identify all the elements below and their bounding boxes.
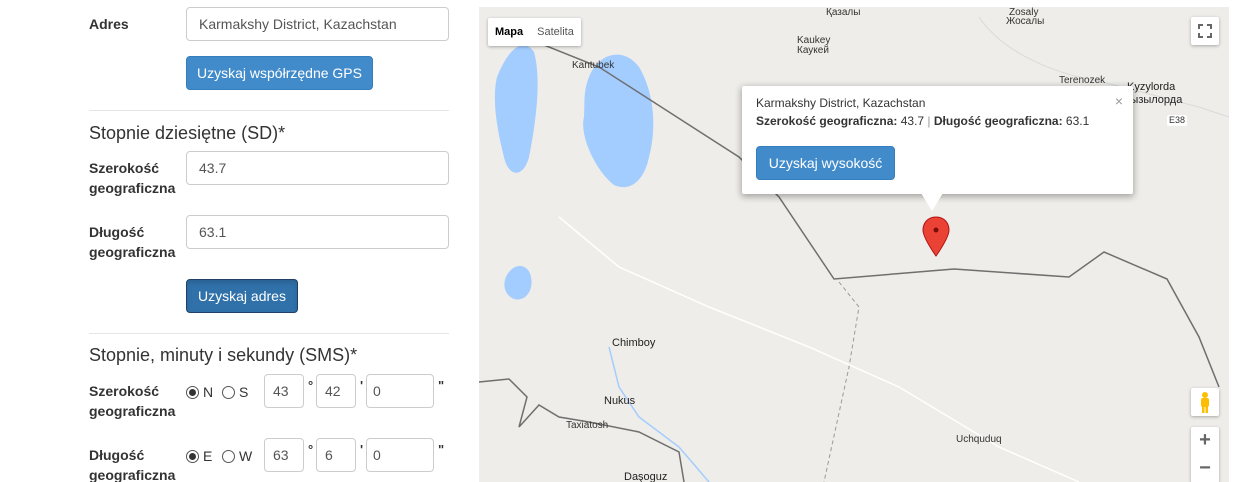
- min-symbol: ': [360, 378, 364, 393]
- place-label: Taxiatosh: [566, 420, 609, 431]
- form-panel: Adres Karmakshy District, Kazachstan Uzy…: [0, 0, 470, 482]
- info-window-tail: [921, 193, 943, 211]
- place-label: Каукей: [797, 45, 829, 56]
- place-label: Terenozek: [1059, 75, 1106, 86]
- map-type-control: Mapa Satelita: [488, 18, 581, 46]
- lng-w-radio[interactable]: W: [222, 447, 252, 465]
- lng-w-label: W: [239, 448, 253, 464]
- address-input[interactable]: Karmakshy District, Kazachstan: [186, 7, 449, 41]
- road-shield: E38: [1167, 115, 1188, 126]
- close-icon[interactable]: ×: [1115, 93, 1123, 109]
- min-symbol: ': [360, 442, 364, 457]
- place-label: Daşoguz: [624, 471, 668, 482]
- divider: [89, 333, 449, 334]
- sec-symbol: ": [438, 378, 445, 393]
- river-amu: [608, 346, 710, 482]
- border-line-dashed: [823, 281, 860, 482]
- get-elevation-button[interactable]: Uzyskaj wysokość: [756, 146, 895, 180]
- lat-sec-input[interactable]: 0: [366, 374, 434, 408]
- place-label: Nukus: [604, 395, 636, 407]
- fullscreen-button[interactable]: [1191, 17, 1219, 45]
- lng-sec-input[interactable]: 0: [366, 438, 434, 472]
- lat-deg-input[interactable]: 43: [264, 374, 304, 408]
- deg-symbol: °: [308, 442, 314, 457]
- radio-checked-icon: [186, 450, 199, 463]
- lat-n-radio[interactable]: N: [186, 383, 213, 401]
- map-basemap: [479, 16, 1229, 482]
- place-label: Қазалы: [826, 7, 861, 18]
- radio-checked-icon: [186, 386, 199, 399]
- place-label: Uchquduq: [956, 434, 1002, 445]
- lng-input[interactable]: 63.1: [186, 215, 449, 249]
- lng-label: Długość geograficzna: [89, 224, 176, 260]
- map-canvas[interactable]: Қазалы Zosaly Жосалы Kaukey Каукей Kantu…: [479, 7, 1229, 482]
- info-window: Karmakshy District, Kazachstan Szerokość…: [742, 86, 1133, 194]
- info-place: Karmakshy District, Kazachstan: [756, 96, 926, 110]
- dms-lng-label: Długość geograficzna: [89, 447, 176, 482]
- marker-dot: [933, 227, 939, 233]
- divider: [89, 110, 449, 111]
- map-type-map-button[interactable]: Mapa: [488, 18, 530, 46]
- lat-n-label: N: [203, 384, 214, 400]
- place-label: Kantubek: [572, 60, 615, 71]
- info-lng-value: 63.1: [1065, 114, 1090, 128]
- lat-s-label: S: [239, 384, 249, 400]
- place-label: Chimboy: [612, 337, 656, 349]
- zoom-in-button[interactable]: +: [1191, 427, 1219, 455]
- get-address-button[interactable]: Uzyskaj adres: [186, 279, 298, 313]
- deg-symbol: °: [308, 378, 314, 393]
- aral-sea-east: [583, 54, 654, 188]
- info-lng-label: Długość geograficzna:: [933, 114, 1063, 128]
- dms-heading: Stopnie, minuty i sekundy (SMS)*: [89, 345, 358, 365]
- street-view-pegman-button[interactable]: [1191, 388, 1219, 416]
- map-type-satellite-button[interactable]: Satelita: [530, 18, 581, 46]
- dms-lat-label: Szerokość geograficzna: [89, 383, 176, 419]
- lat-s-radio[interactable]: S: [222, 383, 248, 401]
- address-label: Adres: [89, 16, 129, 32]
- info-lat-value: 43.7: [900, 114, 925, 128]
- lat-label: Szerokość geograficzna: [89, 160, 176, 196]
- aral-sea-west: [494, 45, 538, 173]
- info-separator: |: [927, 114, 931, 128]
- lng-deg-input[interactable]: 63: [264, 438, 304, 472]
- fullscreen-icon: [1198, 24, 1212, 38]
- place-label: Жосалы: [1006, 16, 1045, 27]
- radio-unchecked-icon: [222, 386, 235, 399]
- lng-e-label: E: [203, 448, 213, 464]
- lng-e-radio[interactable]: E: [186, 447, 212, 465]
- lng-min-input[interactable]: 6: [316, 438, 356, 472]
- dd-heading: Stopnie dziesiętne (SD)*: [89, 123, 286, 143]
- lat-min-input[interactable]: 42: [316, 374, 356, 408]
- zoom-control: + −: [1191, 427, 1219, 482]
- place-label: Kyzylorda: [1127, 81, 1176, 93]
- zoom-out-button[interactable]: −: [1191, 455, 1219, 482]
- sarykamysh-lake: [504, 265, 532, 300]
- get-gps-button[interactable]: Uzyskaj współrzędne GPS: [186, 56, 373, 90]
- lat-input[interactable]: 43.7: [186, 151, 449, 185]
- sec-symbol: ": [438, 442, 445, 457]
- info-coords: Szerokość geograficzna: 43.7 | Długość g…: [756, 114, 1089, 128]
- pegman-icon: [1201, 392, 1209, 413]
- marker-pin: [922, 216, 950, 257]
- radio-unchecked-icon: [222, 450, 235, 463]
- info-lat-label: Szerokość geograficzna:: [756, 114, 898, 128]
